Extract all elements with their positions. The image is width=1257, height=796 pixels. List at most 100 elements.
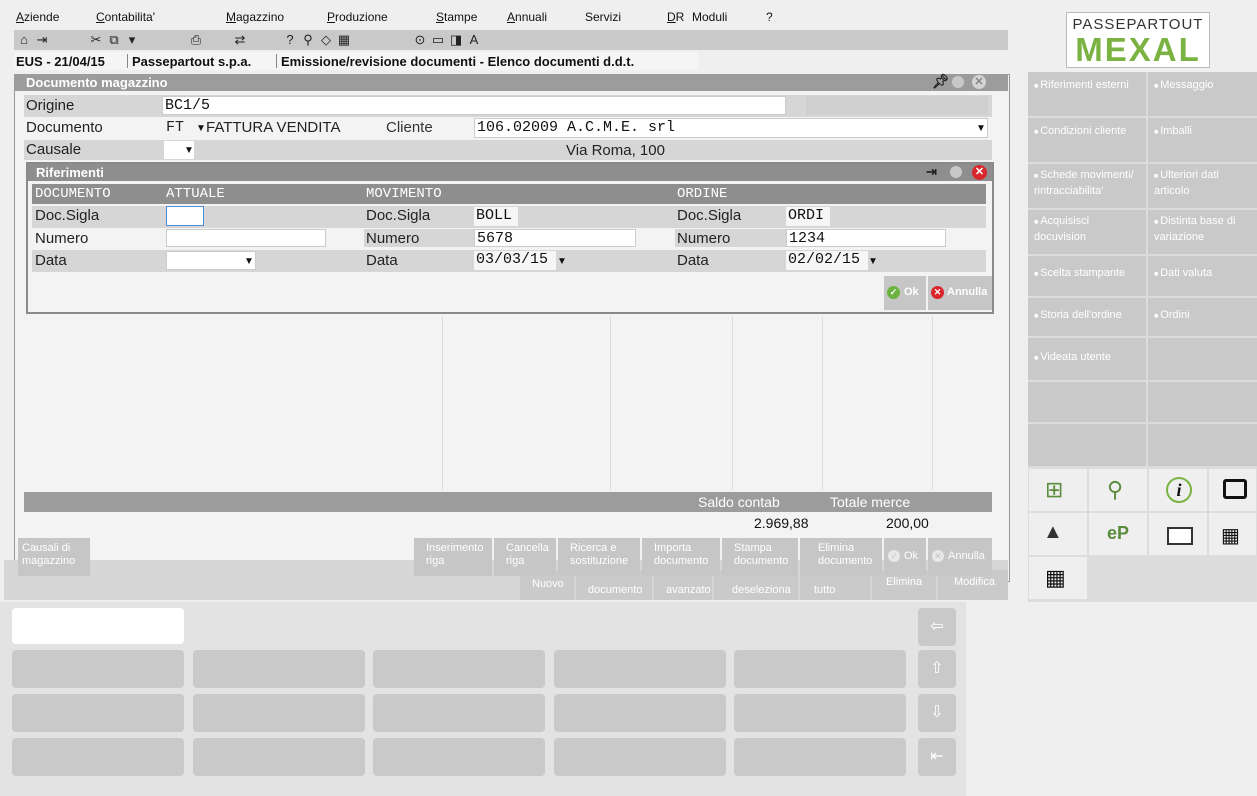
eraser-icon[interactable]: ◇ <box>318 32 334 48</box>
first-page-icon[interactable]: ⇤ <box>918 738 956 776</box>
backspace-icon[interactable]: ⇦ <box>918 608 956 646</box>
elimina-button[interactable]: Elimina documento <box>800 538 882 576</box>
function-key[interactable] <box>734 694 906 732</box>
print-icon[interactable]: ⎙ <box>188 32 204 48</box>
function-key[interactable] <box>193 694 365 732</box>
grid-icon[interactable]: ▦ <box>1028 556 1088 600</box>
function-key[interactable] <box>734 738 906 776</box>
cancella-button[interactable]: Cancella riga <box>494 538 556 576</box>
copy-icon[interactable]: ⧉ <box>106 32 122 48</box>
chart-import-icon[interactable]: ⊞ <box>1028 468 1088 512</box>
storia-ordine-button[interactable]: Storia dell'ordine <box>1028 298 1146 336</box>
causali-button[interactable]: Causali di magazzino <box>18 538 90 576</box>
dati-valuta-button[interactable]: Dati valuta <box>1148 256 1257 296</box>
cut-icon[interactable]: ✂ <box>88 32 104 48</box>
menu-moduli[interactable]: Moduli <box>692 10 727 24</box>
menu-produzione[interactable]: Produzione <box>327 10 388 24</box>
inserimento-button[interactable]: Inserimento riga <box>414 538 492 576</box>
movimento-data-field[interactable]: 03/03/15 <box>474 251 556 270</box>
shift-down-icon[interactable]: ⇩ <box>918 694 956 732</box>
function-key[interactable] <box>554 738 726 776</box>
videata-utente-button[interactable]: Videata utente <box>1028 338 1146 380</box>
chevron-down-icon[interactable]: ▼ <box>196 123 206 134</box>
menu-contabilita[interactable]: Contabilita' <box>96 10 155 24</box>
transfer-icon[interactable]: ⇄ <box>232 32 248 48</box>
dialog-ok-button[interactable]: ✓ Ok <box>884 276 926 310</box>
annulla-button[interactable]: ✕ Annulla <box>928 538 992 576</box>
function-key[interactable] <box>734 650 906 688</box>
chart-warning-icon[interactable]: ▲ <box>1028 512 1088 556</box>
ordine-data-field[interactable]: 02/02/15 <box>786 251 868 270</box>
search-icon[interactable]: ⚲ <box>300 32 316 48</box>
cliente-field[interactable]: 106.02009 A.C.M.E. srl <box>474 118 988 138</box>
ok-button[interactable]: ✓ Ok <box>884 538 926 576</box>
riferimenti-esterni-button[interactable]: Riferimenti esterni <box>1028 72 1146 116</box>
window-icon[interactable]: ◨ <box>448 32 464 48</box>
function-key[interactable] <box>373 650 545 688</box>
function-key[interactable] <box>12 694 184 732</box>
calculator-icon[interactable]: ▦ <box>336 32 352 48</box>
ep-lock-icon[interactable]: eP <box>1088 512 1148 556</box>
attuale-sigla-field[interactable] <box>166 206 204 226</box>
menu-servizi[interactable]: Servizi <box>585 10 621 24</box>
movimento-sigla-field[interactable]: BOLL <box>474 207 518 226</box>
function-key[interactable] <box>373 694 545 732</box>
menu-aziende[interactable]: Aziende <box>16 10 59 24</box>
imballi-button[interactable]: Imballi <box>1148 118 1257 162</box>
card-icon[interactable] <box>1148 512 1208 556</box>
menu-help[interactable]: ? <box>766 10 773 24</box>
schede-movimenti-button[interactable]: Schede movimenti/ rintracciabilita' <box>1028 164 1146 208</box>
pin-icon[interactable]: ⇥ <box>926 164 937 180</box>
function-key[interactable] <box>373 738 545 776</box>
chevron-down-icon[interactable]: ▼ <box>557 256 567 267</box>
function-key[interactable] <box>193 738 365 776</box>
monitor-icon[interactable] <box>1208 468 1257 512</box>
minimize-icon[interactable] <box>950 166 962 178</box>
function-key[interactable] <box>12 738 184 776</box>
acquisisci-button[interactable]: Acquisisci docuvision <box>1028 210 1146 254</box>
attuale-numero-field[interactable] <box>166 229 326 247</box>
distinta-base-button[interactable]: Distinta base di variazione <box>1148 210 1257 254</box>
importa-button[interactable]: Importa documento <box>642 538 720 576</box>
ordine-sigla-field[interactable]: ORDI <box>786 207 830 226</box>
chevron-down-icon[interactable]: ▼ <box>868 256 878 267</box>
function-key[interactable] <box>554 694 726 732</box>
close-icon[interactable]: ✕ <box>972 75 986 89</box>
help-icon[interactable]: ? <box>282 32 298 48</box>
ordini-button[interactable]: Ordini <box>1148 298 1257 336</box>
ricerca-button[interactable]: Ricerca e sostituzione <box>558 538 640 576</box>
home-icon[interactable]: ⌂ <box>16 32 32 48</box>
menu-annuali[interactable]: Annuali <box>507 10 547 24</box>
function-key[interactable] <box>12 650 184 688</box>
info-icon[interactable]: i <box>1148 468 1208 512</box>
condizioni-cliente-button[interactable]: Condizioni cliente <box>1028 118 1146 162</box>
dialog-annulla-button[interactable]: ✕ Annulla <box>928 276 992 310</box>
font-icon[interactable]: A <box>466 32 482 48</box>
minimize-icon[interactable] <box>952 76 964 88</box>
stampa-button[interactable]: Stampa documento <box>722 538 798 576</box>
record-icon[interactable]: ⊙ <box>412 32 428 48</box>
monitor-icon[interactable]: ▭ <box>430 32 446 48</box>
chevron-down-icon[interactable]: ▼ <box>976 123 986 134</box>
ordine-numero-field[interactable]: 1234 <box>786 229 946 247</box>
messaggio-button[interactable]: Messaggio <box>1148 72 1257 116</box>
documento-code[interactable]: FT <box>166 119 184 136</box>
movimento-numero-field[interactable]: 5678 <box>474 229 636 247</box>
function-key[interactable] <box>193 650 365 688</box>
exit-icon[interactable]: ⇥ <box>34 32 50 48</box>
function-key[interactable] <box>554 650 726 688</box>
chevron-down-icon[interactable]: ▼ <box>244 256 254 267</box>
menu-magazzino[interactable]: Magazzino <box>226 10 284 24</box>
menu-stampe[interactable]: Stampe <box>436 10 477 24</box>
close-icon[interactable]: ✕ <box>972 165 987 180</box>
input-display[interactable] <box>12 608 184 644</box>
scelta-stampante-button[interactable]: Scelta stampante <box>1028 256 1146 296</box>
causale-select[interactable]: ▼ <box>164 141 194 159</box>
keyboard-icon[interactable]: ▦ <box>1208 512 1257 556</box>
origine-field[interactable]: BC1/5 <box>162 96 786 115</box>
attuale-data-field[interactable] <box>166 251 256 270</box>
search-document-icon[interactable]: ⚲ <box>1088 468 1148 512</box>
ulteriori-dati-button[interactable]: Ulteriori dati articolo <box>1148 164 1257 208</box>
pin-icon[interactable]: 📌︎ <box>932 73 950 90</box>
menu-dr[interactable]: DR <box>667 10 684 24</box>
